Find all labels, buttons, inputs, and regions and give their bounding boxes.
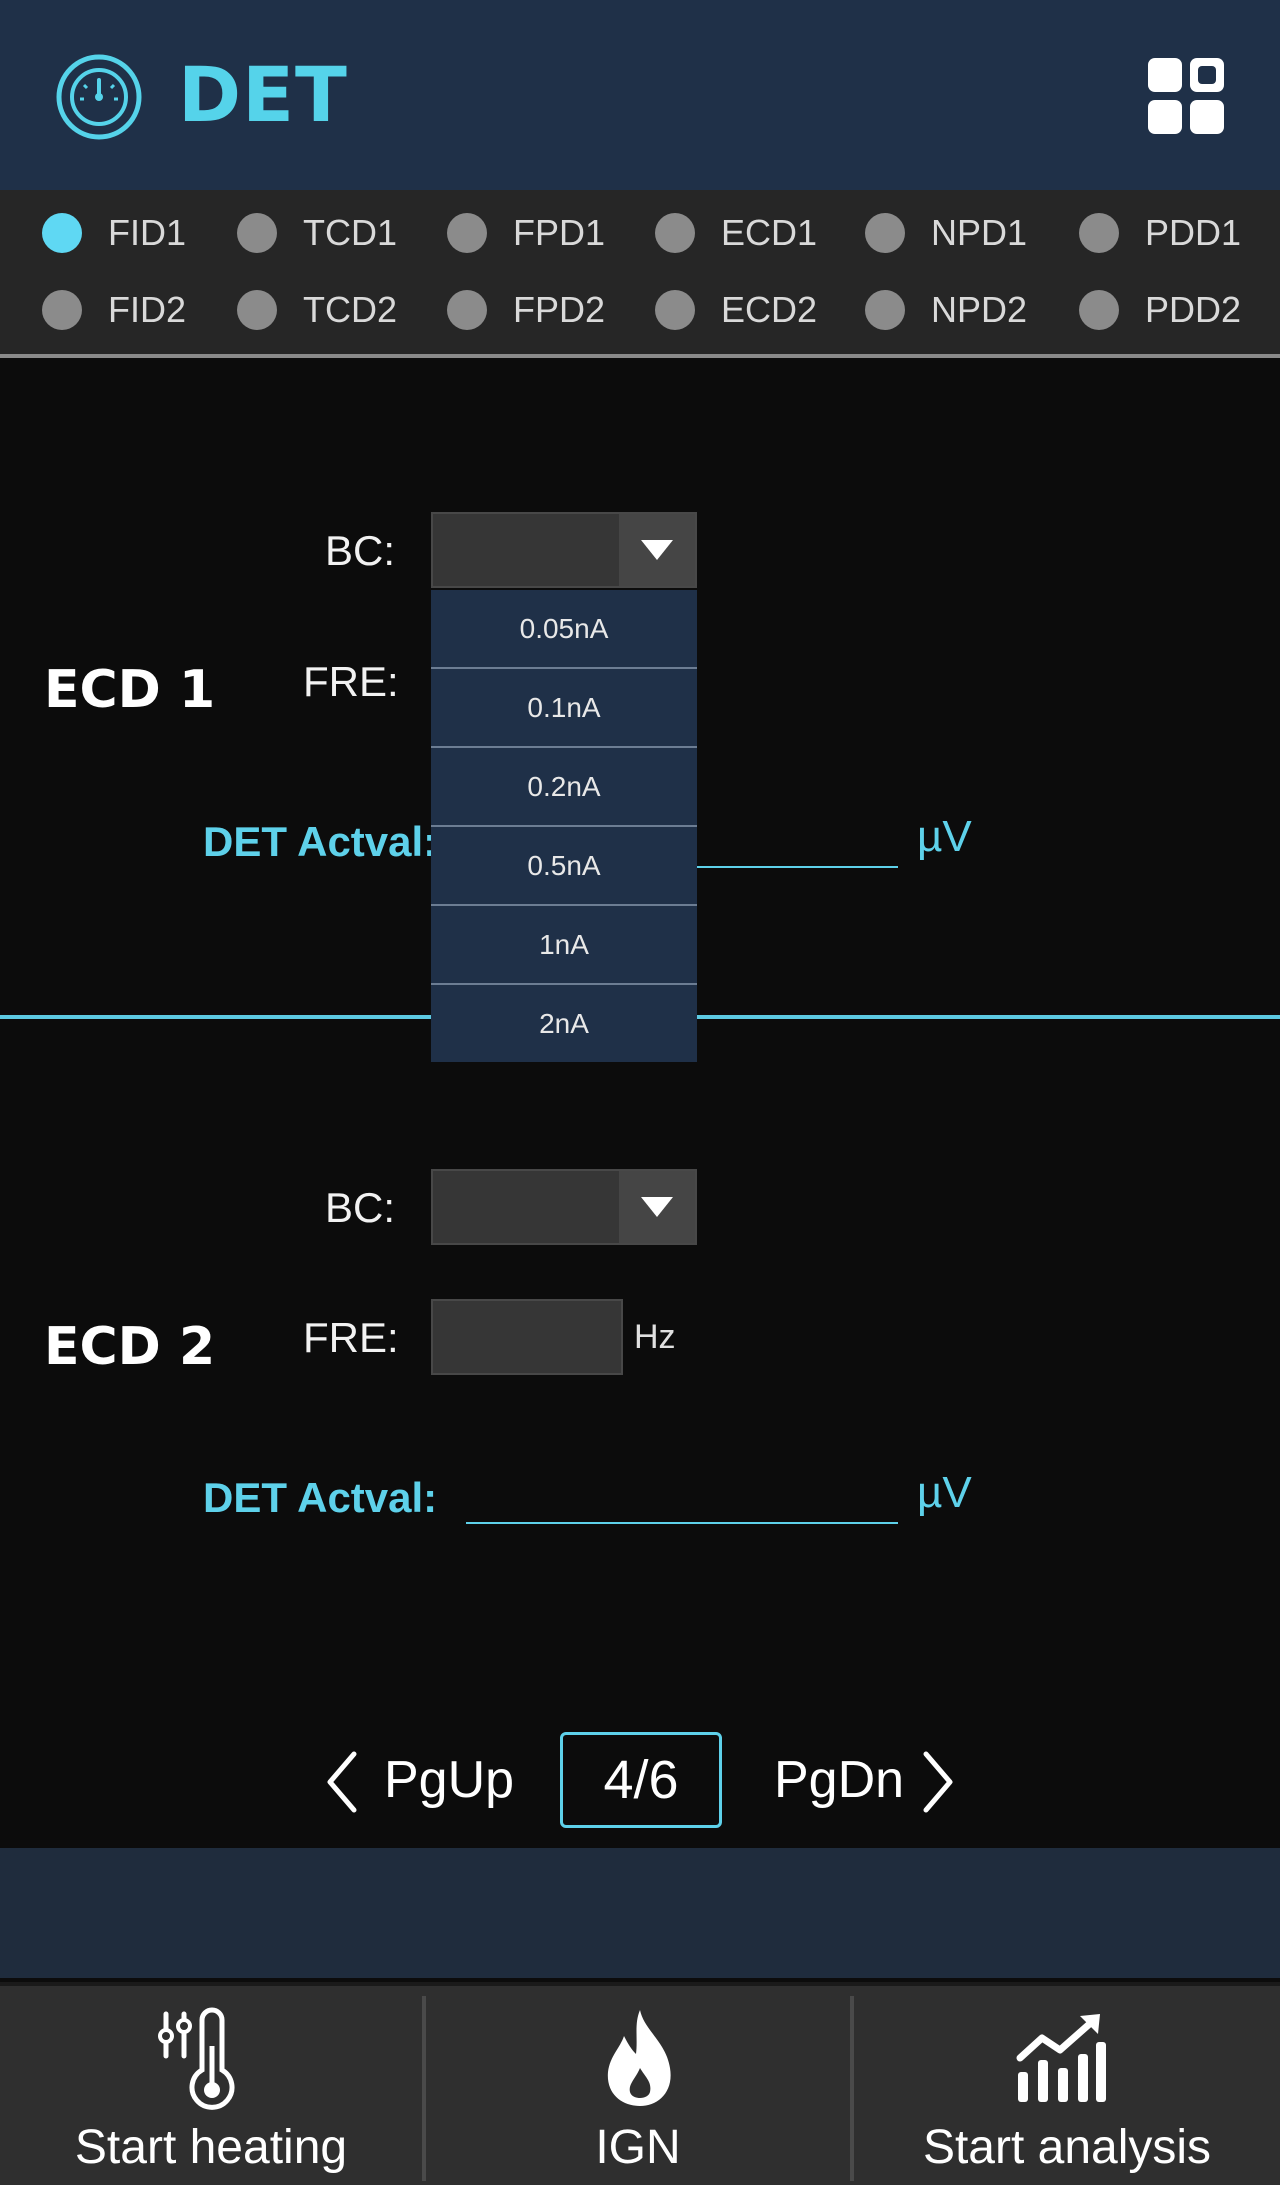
ecd1-bc-dropdown-button[interactable] (619, 514, 695, 586)
radio-icon (237, 290, 277, 330)
radio-icon (1079, 213, 1119, 253)
ecd2-fre-label: FRE: (303, 1314, 399, 1361)
chevron-down-icon (641, 1197, 673, 1217)
ecd2-title: ECD 2 (44, 1317, 216, 1377)
detector-radio-tcd2[interactable]: TCD2 (237, 285, 397, 335)
ecd2-bc-dropdown-button[interactable] (619, 1171, 695, 1243)
ecd1-fre-label: FRE: (303, 658, 399, 705)
page-up-label: PgUp (384, 1751, 515, 1809)
page-indicator: 4/6 (560, 1732, 722, 1828)
page-down-label: PgDn (774, 1751, 905, 1809)
detector-radio-pdd2[interactable]: PDD2 (1079, 285, 1241, 335)
radio-selected-icon (42, 213, 82, 253)
status-strip (0, 1848, 1280, 1978)
detector-selector: FID1 TCD1 FPD1 ECD1 NPD1 PDD1 FID2 TCD2 … (0, 190, 1280, 358)
ecd2-actval-unit: µV (917, 1468, 972, 1517)
detector-radio-fpd2[interactable]: FPD2 (447, 285, 605, 335)
bc-option[interactable]: 0.05nA (431, 590, 697, 669)
ecd2-actval-field (466, 1522, 898, 1524)
start-heating-button[interactable]: Start heating (0, 1986, 422, 2185)
page-down-button[interactable]: PgDn (774, 1720, 964, 1840)
page-up-button[interactable]: PgUp (320, 1720, 514, 1840)
bc-option[interactable]: 0.5nA (431, 827, 697, 906)
top-header: DET (0, 0, 1280, 190)
detector-radio-fid1[interactable]: FID1 (42, 208, 186, 258)
radio-icon (655, 213, 695, 253)
bc-option[interactable]: 0.2nA (431, 748, 697, 827)
pagination: PgUp 4/6 PgDn (0, 1720, 1280, 1840)
bc-option[interactable]: 1nA (431, 906, 697, 985)
detector-radio-tcd1[interactable]: TCD1 (237, 208, 397, 258)
bc-option[interactable]: 2nA (431, 985, 697, 1062)
bc-option[interactable]: 0.1nA (431, 669, 697, 748)
chevron-left-icon (327, 1751, 357, 1813)
radio-icon (447, 213, 487, 253)
chart-trend-icon (1016, 2014, 1106, 2102)
chevron-right-icon (923, 1751, 953, 1813)
radio-icon (447, 290, 487, 330)
grid-menu-icon[interactable] (1146, 56, 1226, 136)
ecd2-fre-unit: Hz (634, 1318, 676, 1356)
chevron-down-icon (641, 540, 673, 560)
page-title: DET (178, 50, 348, 139)
ecd1-bc-label: BC: (325, 527, 396, 574)
start-heating-label: Start heating (74, 2121, 348, 2174)
radio-icon (1079, 290, 1119, 330)
detector-radio-ecd2[interactable]: ECD2 (655, 285, 817, 335)
bottom-action-bar: Start heating IGN Start analysis (0, 1982, 1280, 2185)
flame-icon (607, 2010, 671, 2106)
radio-icon (655, 290, 695, 330)
thermometer-icon (158, 2007, 235, 2110)
ecd1-title: ECD 1 (44, 660, 216, 720)
detector-radio-npd1[interactable]: NPD1 (865, 208, 1027, 258)
radio-icon (237, 213, 277, 253)
gauge-icon (56, 54, 142, 140)
ecd2-actval-label: DET Actval: (203, 1474, 438, 1521)
detector-radio-npd2[interactable]: NPD2 (865, 285, 1027, 335)
ecd1-bc-combobox[interactable] (431, 512, 697, 588)
ecd1-actval-unit: µV (917, 812, 972, 861)
detector-radio-fid2[interactable]: FID2 (42, 285, 186, 335)
ign-button[interactable]: IGN (426, 1986, 850, 2185)
ign-label: IGN (595, 2121, 681, 2174)
bc-dropdown-list: 0.05nA 0.1nA 0.2nA 0.5nA 1nA 2nA (431, 590, 697, 1062)
detector-radio-ecd1[interactable]: ECD1 (655, 208, 817, 258)
ecd2-bc-label: BC: (325, 1184, 396, 1231)
start-analysis-button[interactable]: Start analysis (854, 1986, 1280, 2185)
detector-radio-pdd1[interactable]: PDD1 (1079, 208, 1241, 258)
start-analysis-label: Start analysis (922, 2121, 1212, 2174)
radio-icon (865, 290, 905, 330)
radio-icon (865, 213, 905, 253)
radio-icon (42, 290, 82, 330)
ecd2-bc-combobox[interactable] (431, 1169, 697, 1245)
detector-radio-fpd1[interactable]: FPD1 (447, 208, 605, 258)
ecd1-actval-label: DET Actval: (203, 818, 438, 865)
ecd2-fre-input[interactable] (431, 1299, 623, 1375)
